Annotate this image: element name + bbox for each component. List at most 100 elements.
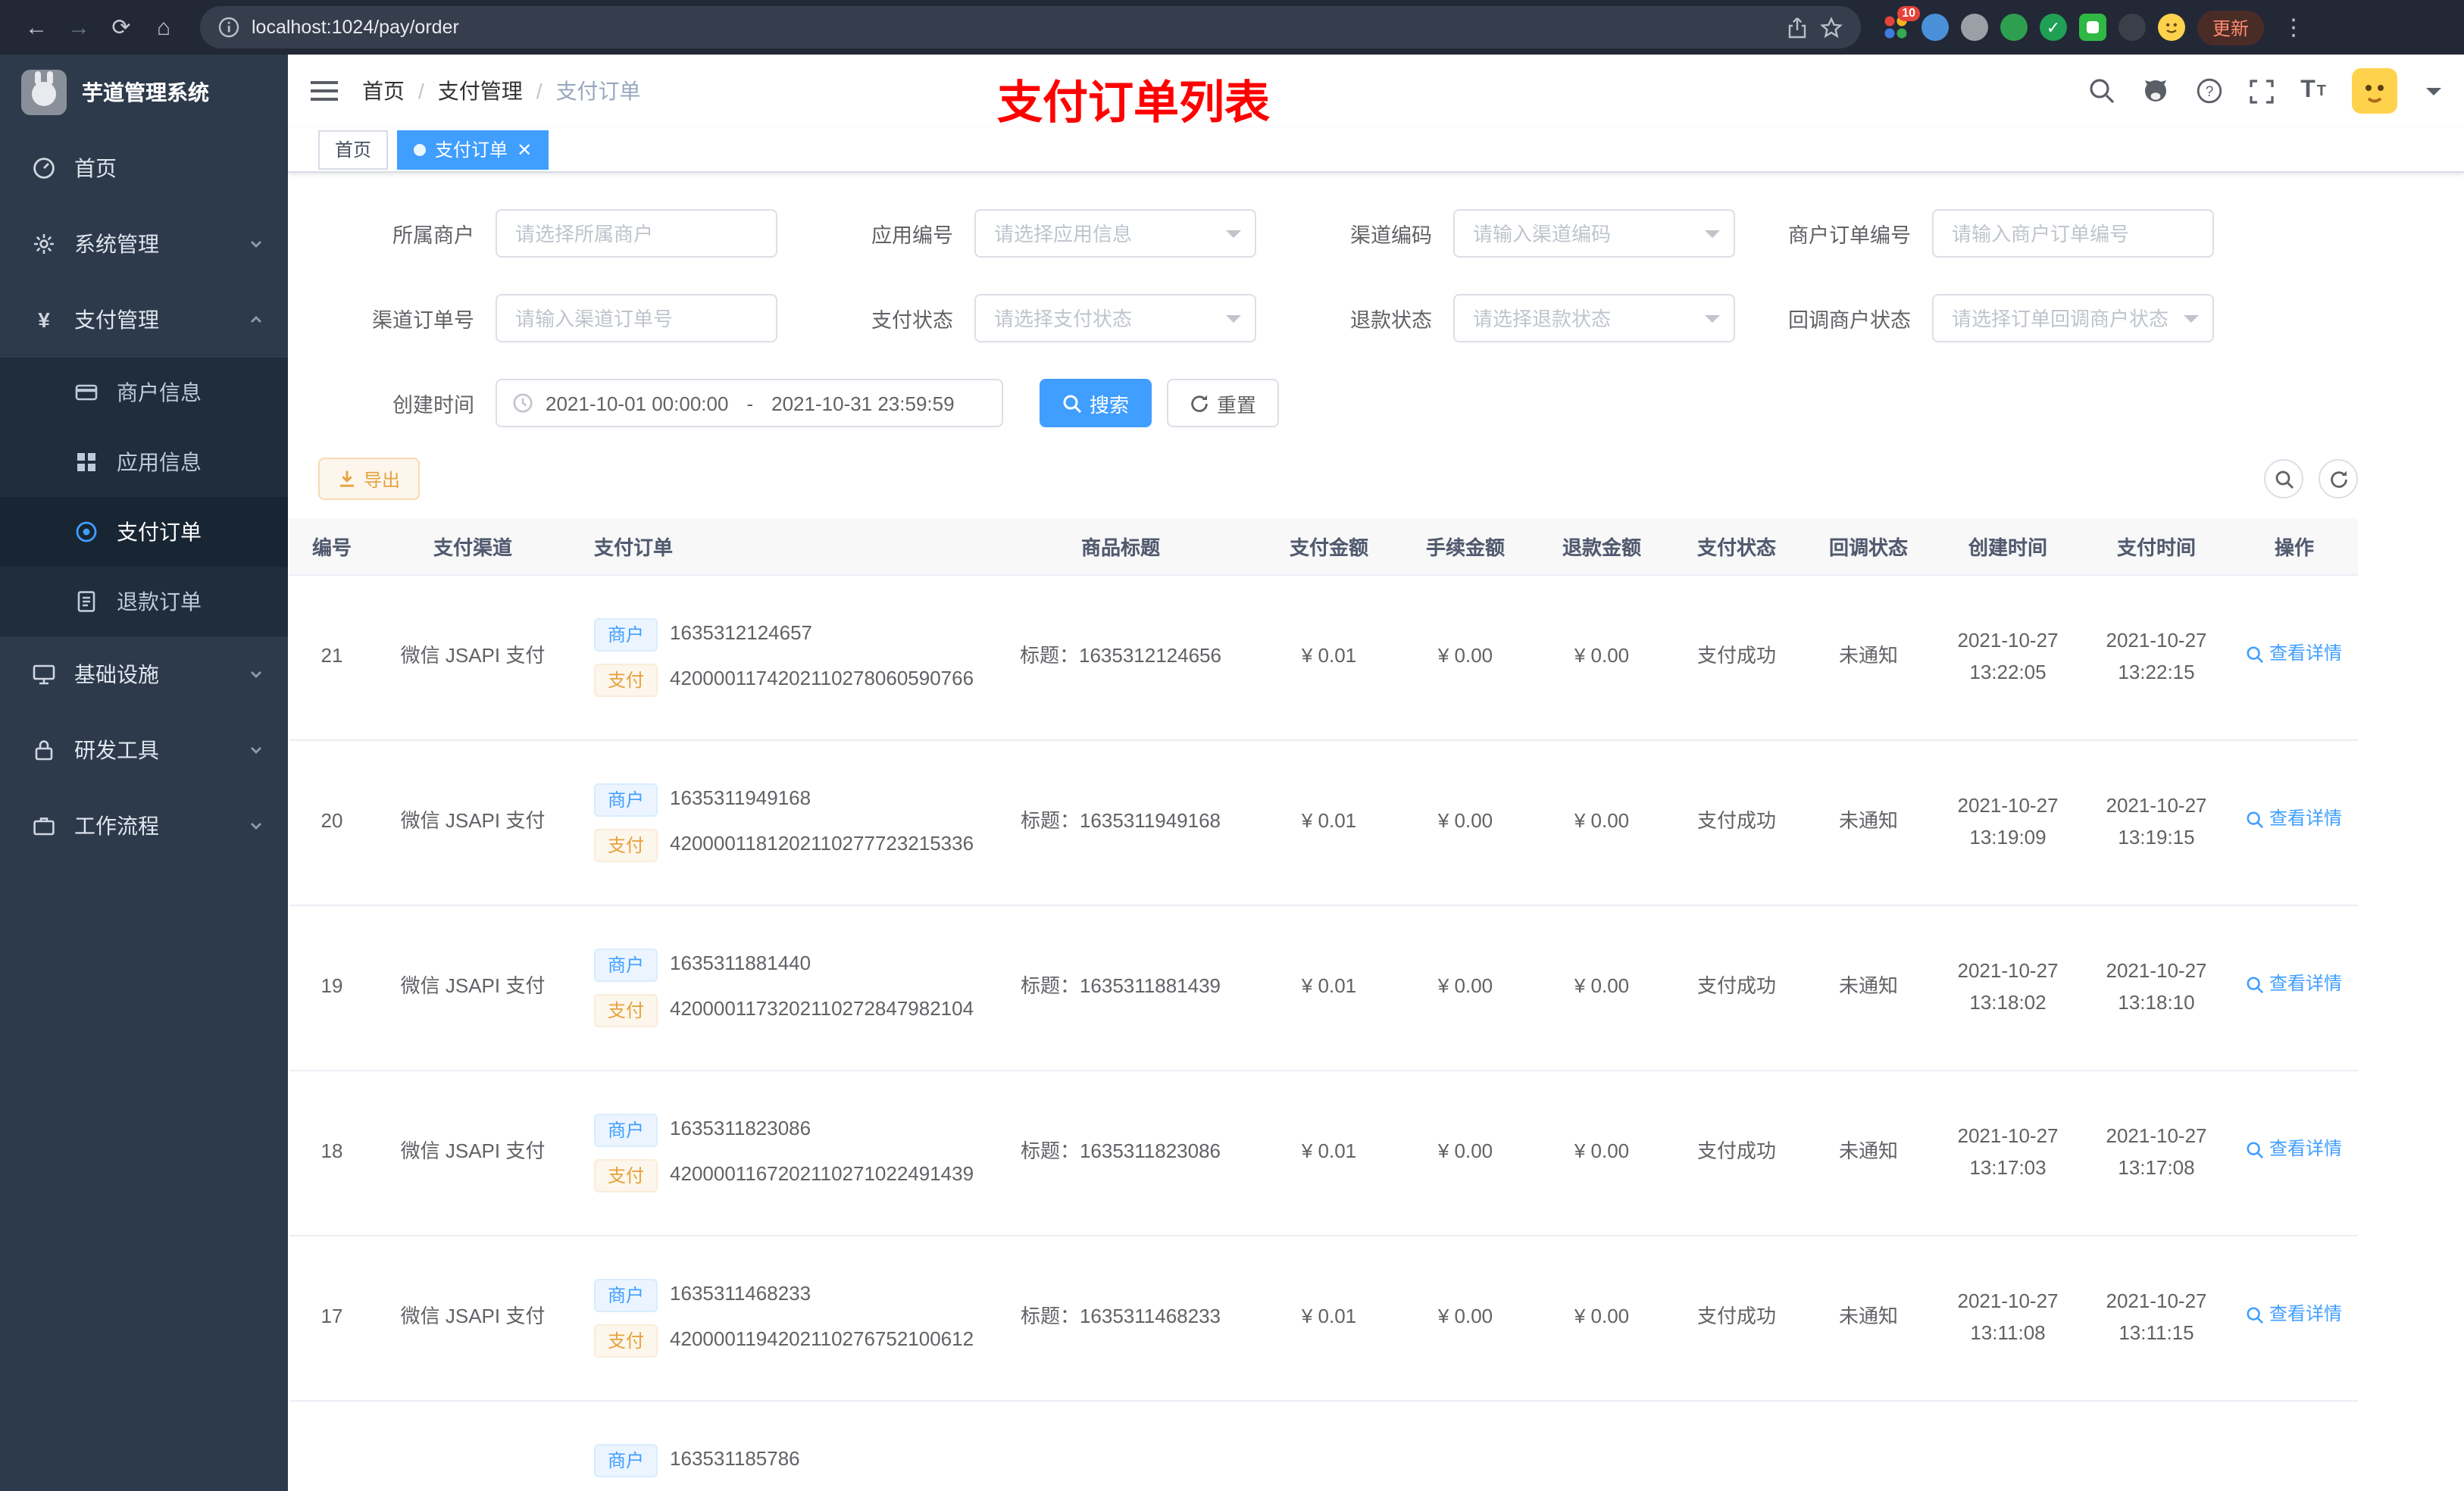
sidebar-item-refund-order[interactable]: 退款订单 <box>0 567 288 636</box>
sidebar-item-system[interactable]: 系统管理 <box>0 206 288 282</box>
breadcrumb-separator <box>418 79 424 103</box>
filter-row-1: 所属商户 应用编号 渠道编码 <box>288 209 2464 258</box>
date-separator: - <box>746 392 754 414</box>
sidebar-item-pay-order[interactable]: 支付订单 <box>0 497 288 567</box>
dashboard-icon <box>30 156 58 180</box>
view-detail-link[interactable]: 查看详情 <box>2247 1136 2342 1164</box>
callback-status-field[interactable] <box>1934 295 2212 341</box>
merchant-order-no-field[interactable] <box>1934 211 2212 256</box>
extension-green-icon[interactable] <box>2000 14 2028 41</box>
sidebar-item-app-info[interactable]: 应用信息 <box>0 427 288 497</box>
create-time-range-picker[interactable]: 2021-10-01 00:00:00 - 2021-10-31 23:59:5… <box>496 379 1003 427</box>
font-size-icon[interactable]: TT <box>2300 77 2326 105</box>
browser-back-icon[interactable]: ← <box>15 6 58 48</box>
search-button[interactable]: 搜索 <box>1040 379 1152 427</box>
cell-fee <box>1397 1400 1534 1491</box>
browser-forward-icon[interactable]: → <box>58 6 100 48</box>
app-select-field[interactable] <box>976 211 1255 256</box>
sidebar-item-workflow[interactable]: 工作流程 <box>0 788 288 864</box>
callback-status-select[interactable] <box>1932 294 2214 342</box>
sidebar-item-label: 支付管理 <box>74 308 159 332</box>
url-text: localhost:1024/pay/order <box>252 17 459 38</box>
browser-home-icon[interactable]: ⌂ <box>142 6 185 48</box>
refund-status-field[interactable] <box>1455 295 1734 341</box>
cell-channel: 微信 JSAPI 支付 <box>374 739 571 905</box>
search-button-label: 搜索 <box>1090 393 1130 416</box>
app-select[interactable] <box>974 209 1256 258</box>
tab-home[interactable]: 首页 <box>318 130 389 169</box>
browser-reload-icon[interactable]: ⟳ <box>100 6 142 48</box>
extension-emoji-icon[interactable] <box>2158 14 2185 41</box>
sidebar-item-devtools[interactable]: 研发工具 <box>0 712 288 788</box>
breadcrumb-section[interactable]: 支付管理 <box>438 76 523 106</box>
cell-id: 17 <box>289 1235 374 1401</box>
merchant-input-field[interactable] <box>497 211 776 256</box>
reset-button[interactable]: 重置 <box>1167 379 1280 427</box>
sidebar-item-merchant-info[interactable]: 商户信息 <box>0 358 288 427</box>
sidebar-logo[interactable]: 芋道管理系统 <box>0 55 288 130</box>
app-frame: 芋道管理系统 首页 系统管理 ¥ 支付管理 商户信息 应用信息 支付订单 退款订… <box>0 55 2464 1491</box>
cell-pay-status: 支付成功 <box>1670 739 1803 905</box>
merchant-input[interactable] <box>496 209 777 258</box>
extension-chat-icon[interactable] <box>2079 14 2106 41</box>
channel-code-field[interactable] <box>1455 211 1734 256</box>
extension-gray-icon[interactable] <box>1961 14 1988 41</box>
cell-pay-order: 商户 1635312124657 支付 42000011742021102780… <box>571 574 980 740</box>
view-detail-label: 查看详情 <box>2269 642 2342 664</box>
sidebar-item-home[interactable]: 首页 <box>0 130 288 206</box>
extension-check-icon[interactable]: ✓ <box>2040 14 2067 41</box>
cell-pay-status <box>1670 1400 1803 1491</box>
sidebar-item-label: 系统管理 <box>74 232 159 256</box>
breadcrumb-home[interactable]: 首页 <box>362 76 405 106</box>
user-avatar[interactable] <box>2352 68 2397 114</box>
channel-order-no-input[interactable] <box>496 294 777 342</box>
merchant-order-no-input[interactable] <box>1932 209 2214 258</box>
github-icon[interactable] <box>2141 77 2170 105</box>
col-channel: 支付渠道 <box>374 518 571 575</box>
help-icon[interactable]: ? <box>2196 77 2223 105</box>
merchant-tag: 商户 <box>594 1443 658 1477</box>
view-detail-link[interactable]: 查看详情 <box>2247 805 2342 834</box>
avatar-caret-icon[interactable] <box>2426 87 2441 95</box>
pay-tag: 支付 <box>594 1158 658 1192</box>
view-detail-link[interactable]: 查看详情 <box>2247 640 2342 669</box>
search-icon[interactable] <box>2088 77 2115 105</box>
col-pay-time: 支付时间 <box>2082 518 2231 575</box>
pay-tag: 支付 <box>594 663 658 696</box>
sidebar-item-label: 支付订单 <box>117 520 202 544</box>
tab-pay-order[interactable]: 支付订单 ✕ <box>397 130 549 169</box>
sidebar-item-pay[interactable]: ¥ 支付管理 <box>0 282 288 358</box>
view-detail-link[interactable]: 查看详情 <box>2247 1301 2342 1330</box>
sidebar-toggle-icon[interactable] <box>311 79 338 103</box>
channel-order-no-field[interactable] <box>497 295 776 341</box>
refresh-table-button[interactable] <box>2319 459 2358 499</box>
browser-menu-icon[interactable]: ⋮ <box>2276 14 2312 41</box>
browser-update-button[interactable]: 更新 <box>2197 10 2265 45</box>
cell-amount: ¥ 0.01 <box>1261 1070 1397 1236</box>
site-info-icon[interactable] <box>218 17 239 38</box>
pay-status-select[interactable] <box>974 294 1256 342</box>
fullscreen-icon[interactable] <box>2249 78 2275 104</box>
date-start: 2021-10-01 00:00:00 <box>546 392 729 414</box>
pay-status-field[interactable] <box>976 295 1255 341</box>
share-icon[interactable] <box>1787 16 1808 39</box>
cell-title: 标题：1635311949168 <box>980 739 1261 905</box>
sidebar-item-infra[interactable]: 基础设施 <box>0 636 288 712</box>
browser-address-bar[interactable]: localhost:1024/pay/order <box>200 6 1861 48</box>
close-icon[interactable]: ✕ <box>517 140 532 158</box>
extension-grid-icon[interactable]: 10 <box>1882 6 1920 41</box>
filter-row-2: 渠道订单号 支付状态 退款状态 <box>288 294 2464 342</box>
cell-notify-status <box>1803 1400 1934 1491</box>
refund-status-select[interactable] <box>1453 294 1735 342</box>
filter-refund-status: 退款状态 <box>1276 294 1735 342</box>
channel-code-select[interactable] <box>1453 209 1735 258</box>
sidebar-item-label: 基础设施 <box>74 662 159 686</box>
show-search-button[interactable] <box>2264 459 2303 499</box>
extension-drop-icon[interactable] <box>1921 14 1949 41</box>
bookmark-star-icon[interactable] <box>1820 16 1843 39</box>
export-button[interactable]: 导出 <box>318 458 421 500</box>
view-detail-link[interactable]: 查看详情 <box>2247 971 2342 999</box>
tab-label: 支付订单 <box>435 139 508 161</box>
extension-pin-icon[interactable] <box>2118 14 2146 41</box>
cell-title <box>980 1400 1261 1491</box>
